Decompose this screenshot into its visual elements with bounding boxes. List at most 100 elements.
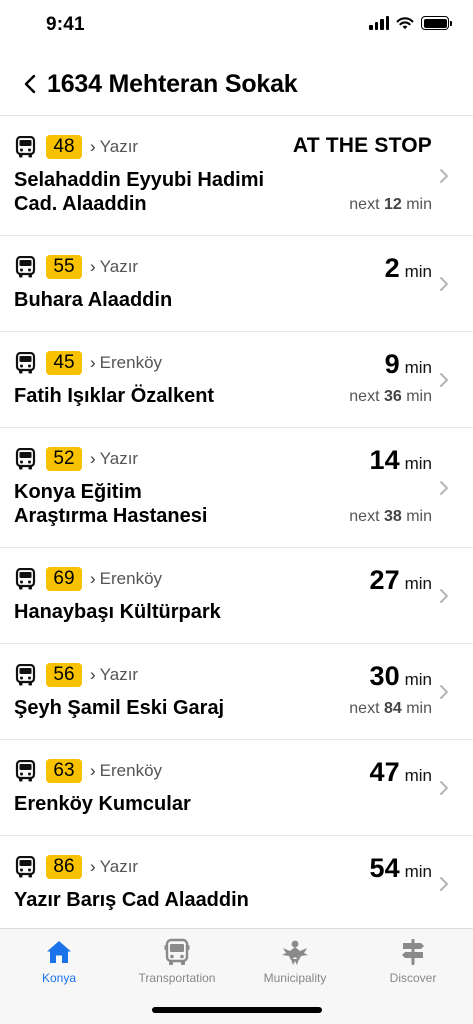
arrival-unit: min [404,454,432,473]
arrival-row[interactable]: 45 › Erenköy Fatih Işıklar Özalkent 9 min next… [0,332,473,428]
chevron-right-icon [440,169,448,183]
chevron-right-icon: › [90,449,96,468]
arrival-unit: min [404,574,432,593]
next-arrival: next 38 min [349,508,432,526]
chevron-right-icon: › [90,569,96,588]
arrival-time: 54 min [370,853,432,884]
stop-name: Konya Eğitim [14,481,142,503]
direction-label: Yazır [99,257,139,276]
chevron-right-icon: › [90,257,96,276]
bus-icon [14,856,36,878]
arrival-row[interactable]: 52 › Yazır Konya Eğitim Araştırma Hastanesi 1… [0,428,473,548]
next-unit: min [406,700,432,717]
chevron-right-icon [440,373,448,387]
route-info: 86 › Yazır [14,854,138,880]
chevron-right-icon: › [90,353,96,372]
route-info: 63 › Erenköy [14,758,162,784]
arrival-row[interactable]: 55 › Yazır Buhara Alaaddin 2 min [0,236,473,332]
route-info: 56 › Yazır [14,662,138,688]
stop-name: Selahaddin Eyyubi Hadimi [14,169,265,191]
tab-label: Discover [389,971,437,985]
arrival-minutes: 27 [369,565,400,595]
line-number-badge: 55 [46,255,82,279]
status-time: 9:41 [46,14,85,35]
arrival-unit: min [404,262,432,281]
stop-name: Şeyh Şamil Eski Garaj [14,697,225,719]
next-minutes: 84 [383,700,402,717]
chevron-right-icon: › [90,665,96,684]
direction: › Yazır [90,257,138,277]
direction: › Erenköy [90,569,162,589]
bus-icon [14,664,36,686]
tab-transportation[interactable]: Transportation [118,937,236,985]
stop-name: Erenköy Kumcular [14,793,191,815]
arrival-row[interactable]: 69 › Erenköy Hanaybaşı Kültürpark 27 min [0,548,473,644]
direction-label: Yazır [99,665,139,684]
chevron-right-icon [440,877,448,891]
next-minutes: 38 [383,508,402,525]
next-prefix: next [349,196,380,213]
arrival-row[interactable]: 48 › Yazır Selahaddin Eyyubi Hadimi Cad. Ala… [0,116,473,236]
arrival-minutes: 9 [384,349,400,379]
route-info: 48 › Yazır [14,134,138,160]
back-button[interactable] [10,64,50,104]
next-prefix: next [349,388,380,405]
arrival-minutes: 47 [369,757,400,787]
stop-name: Cad. Alaaddin [14,193,147,215]
status-icons [369,16,452,30]
next-prefix: next [349,508,380,525]
bus-icon [162,937,192,967]
line-number-badge: 48 [46,135,82,159]
bus-icon [14,136,36,158]
arrival-minutes: 2 [384,253,400,283]
cellular-signal-icon [369,16,389,30]
arrival-row[interactable]: 86 › Yazır Yazır Barış Cad Alaaddin 54 min [0,836,473,932]
tab-municipality[interactable]: Municipality [236,937,354,985]
arrival-row[interactable]: 63 › Erenköy Erenköy Kumcular 47 min [0,740,473,836]
bus-icon [14,568,36,590]
next-arrival: next 12 min [349,196,432,214]
stop-name: Hanaybaşı Kültürpark [14,601,221,623]
tab-discover[interactable]: Discover [354,937,472,985]
arrival-row[interactable]: 56 › Yazır Şeyh Şamil Eski Garaj 30 min next 8… [0,644,473,740]
direction: › Yazır [90,857,138,877]
next-minutes: 12 [383,196,402,213]
chevron-right-icon [440,589,448,603]
chevron-right-icon: › [90,857,96,876]
stop-name: Fatih Işıklar Özalkent [14,385,215,407]
line-number-badge: 45 [46,351,82,375]
chevron-left-icon [24,74,36,94]
chevron-right-icon [440,481,448,495]
arrival-time: 14 min [370,445,432,476]
arrival-unit: min [404,862,432,881]
signpost-icon [398,937,428,967]
route-info: 52 › Yazır [14,446,138,472]
direction-label: Erenköy [99,761,163,780]
line-number-badge: 69 [46,567,82,591]
direction-label: Yazır [99,137,139,156]
next-arrival: next 84 min [349,700,432,718]
arrivals-list: 48 › Yazır Selahaddin Eyyubi Hadimi Cad. Ala… [0,116,473,932]
chevron-right-icon: › [90,761,96,780]
arrival-time: 30 min [370,661,432,692]
chevron-right-icon: › [90,137,96,156]
line-number-badge: 52 [46,447,82,471]
arrival-unit: min [404,766,432,785]
chevron-right-icon [440,277,448,291]
battery-icon [421,16,452,30]
stop-name: Buhara Alaaddin [14,289,173,311]
tab-konya[interactable]: Konya [0,937,118,985]
arrival-time: 27 min [370,565,432,596]
status-bar: 9:41 [0,0,473,52]
direction: › Yazır [90,665,138,685]
page-title: 1634 Mehteran Sokak [47,69,298,98]
direction-label: Erenköy [99,569,163,588]
bus-icon [14,448,36,470]
bus-icon [14,352,36,374]
next-unit: min [406,508,432,525]
direction: › Erenköy [90,761,162,781]
route-info: 45 › Erenköy [14,350,162,376]
arrival-time: 47 min [370,757,432,788]
chevron-right-icon [440,781,448,795]
bus-icon [14,256,36,278]
